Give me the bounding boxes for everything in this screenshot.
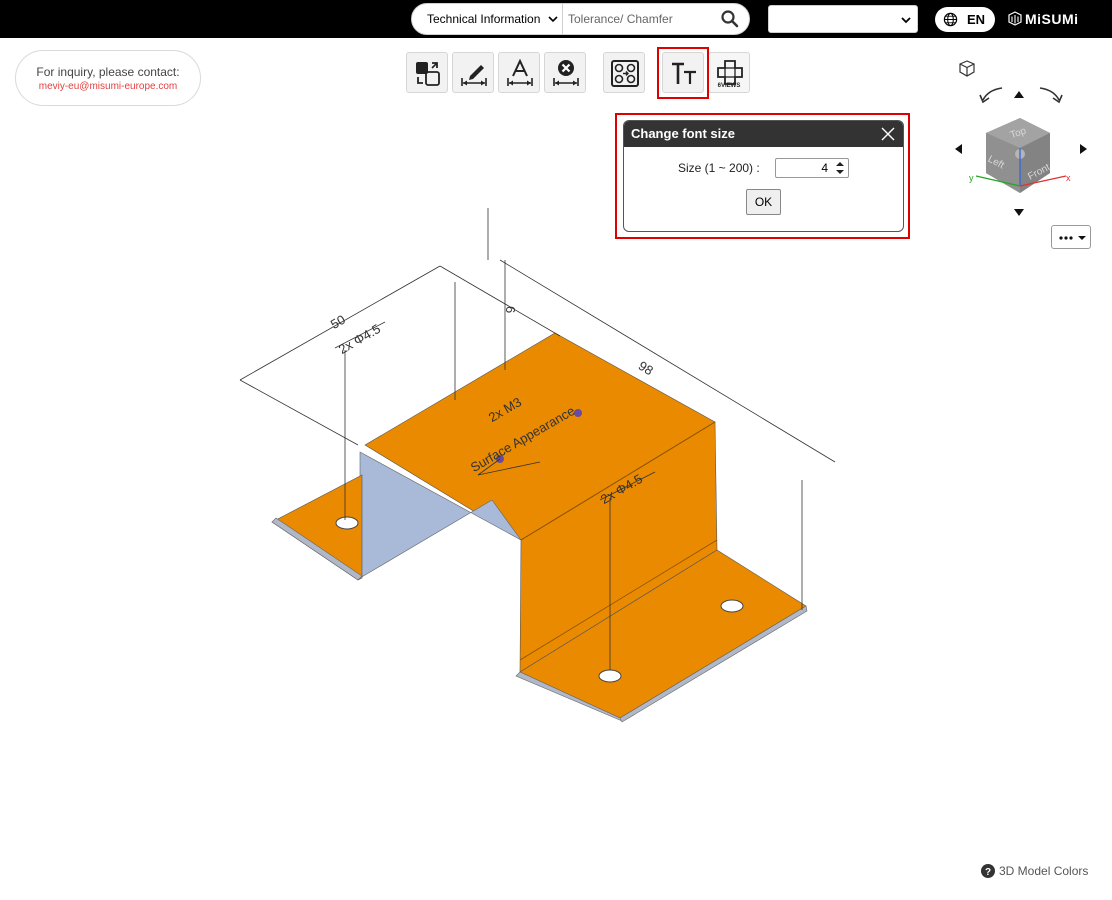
chevron-down-icon xyxy=(548,16,558,23)
delete-dimension-button[interactable] xyxy=(544,52,586,93)
logo-mark-icon xyxy=(1008,11,1022,26)
globe-icon xyxy=(943,12,958,27)
language-button[interactable]: EN xyxy=(935,7,995,32)
dialog-header: Change font size xyxy=(624,121,903,147)
chevron-down-icon xyxy=(901,17,911,24)
axis-x-label: x xyxy=(1066,173,1071,183)
axis-y-label: y xyxy=(969,173,974,183)
language-code: EN xyxy=(967,12,986,27)
size-label: Size (1 ~ 200) : xyxy=(678,161,760,175)
dim-98-label: 98 xyxy=(636,358,656,378)
home-view-icon[interactable] xyxy=(959,60,975,77)
contact-label: For inquiry, please contact: xyxy=(36,65,180,79)
arrow-up-icon[interactable] xyxy=(1014,91,1024,98)
contact-email[interactable]: meviy-eu@misumi-europe.com xyxy=(16,81,200,92)
axis-triad: y x xyxy=(969,148,1071,187)
search-input[interactable] xyxy=(564,4,714,34)
model-viewport[interactable]: 50 98 6 2x Φ4.5 2x Φ4.5 2x M3 Surface Ap… xyxy=(230,200,850,730)
edit-dimension-icon xyxy=(461,65,487,86)
search-group: Technical Information xyxy=(411,3,750,35)
sheet-metal-part[interactable] xyxy=(271,332,808,723)
six-views-button[interactable]: 6VIEWS xyxy=(708,52,750,93)
svg-text:?: ? xyxy=(985,867,991,878)
search-category-label: Technical Information xyxy=(427,12,541,26)
top-bar: Technical Information EN MiSUMi xyxy=(0,0,1112,38)
misumi-logo[interactable]: MiSUMi xyxy=(1008,10,1088,28)
model-colors-link[interactable]: ? 3D Model Colors xyxy=(981,864,1088,878)
brand-name: MiSUMi xyxy=(1025,11,1079,27)
region-select[interactable] xyxy=(768,5,918,33)
delete-dimension-icon xyxy=(553,60,579,86)
search-icon[interactable] xyxy=(720,9,740,29)
text-dimension-icon xyxy=(507,59,533,86)
rotate-right-icon[interactable] xyxy=(1039,87,1063,104)
search-category-select[interactable]: Technical Information xyxy=(412,4,563,34)
dim-6-label: 6 xyxy=(503,306,518,313)
rotate-left-icon[interactable] xyxy=(979,87,1003,104)
arrow-left-icon[interactable] xyxy=(955,144,962,154)
fit-view-icon xyxy=(611,60,639,87)
six-views-label: 6VIEWS xyxy=(717,83,741,89)
hole-view-button[interactable] xyxy=(603,52,645,93)
help-icon: ? xyxy=(981,864,995,878)
contact-info: For inquiry, please contact: meviy-eu@mi… xyxy=(15,50,201,106)
replace-part-button[interactable] xyxy=(406,52,448,93)
text-dimension-button[interactable] xyxy=(498,52,540,93)
replace-icon xyxy=(416,62,440,86)
model-colors-label: 3D Model Colors xyxy=(999,864,1089,878)
highlight-font-size-button xyxy=(657,47,709,99)
dialog-title: Change font size xyxy=(631,126,736,141)
view-cube[interactable]: Top Left Front y x xyxy=(950,58,1092,224)
edit-dimension-button[interactable] xyxy=(452,52,494,93)
close-icon[interactable] xyxy=(880,126,896,142)
spinner-icon[interactable] xyxy=(834,160,846,176)
more-options-button[interactable] xyxy=(1051,225,1091,249)
arrow-right-icon[interactable] xyxy=(1080,144,1087,154)
dim-50-label: 50 xyxy=(328,312,348,332)
more-dots-icon xyxy=(1059,236,1086,240)
arrow-down-icon[interactable] xyxy=(1014,209,1024,216)
